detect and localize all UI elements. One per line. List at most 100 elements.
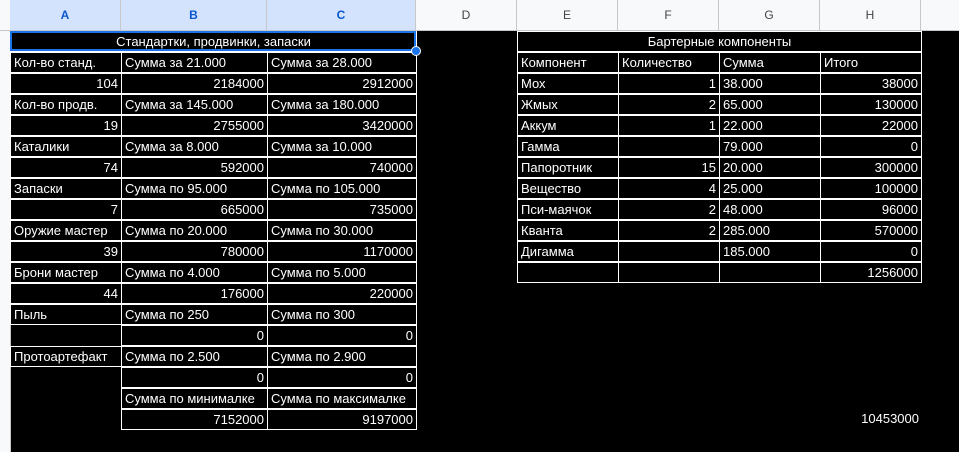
table-cell[interactable]: 285.000 bbox=[719, 220, 821, 241]
table-cell[interactable]: Жмых bbox=[517, 94, 619, 115]
table-cell[interactable]: 185.000 bbox=[719, 241, 821, 262]
table-cell[interactable]: Сумма за 180.000 bbox=[267, 94, 417, 115]
table-cell[interactable]: 592000 bbox=[121, 157, 268, 178]
table-cell[interactable]: 1170000 bbox=[267, 241, 417, 262]
table-cell[interactable]: 74 bbox=[10, 157, 122, 178]
table-cell[interactable]: 100000 bbox=[820, 178, 922, 199]
table-cell[interactable]: 2184000 bbox=[121, 73, 268, 94]
table-cell[interactable]: Пси-маячок bbox=[517, 199, 619, 220]
table-cell[interactable]: 740000 bbox=[267, 157, 417, 178]
table-cell[interactable]: 2755000 bbox=[121, 115, 268, 136]
table-cell[interactable]: Сумма по 2.500 bbox=[121, 346, 268, 367]
table-cell[interactable]: 25.000 bbox=[719, 178, 821, 199]
table-cell[interactable]: Протоартефакт bbox=[10, 346, 122, 367]
table-cell[interactable] bbox=[517, 262, 619, 283]
table-cell[interactable]: Сумма по 300 bbox=[267, 304, 417, 325]
table-cell[interactable]: Папоротник bbox=[517, 157, 619, 178]
table-cell[interactable]: Дигамма bbox=[517, 241, 619, 262]
table-cell[interactable]: Сумма по максималке bbox=[267, 388, 417, 409]
table-cell[interactable]: 570000 bbox=[820, 220, 922, 241]
fill-handle[interactable] bbox=[411, 46, 421, 56]
table-cell[interactable]: 0 bbox=[820, 241, 922, 262]
column-header-b[interactable]: B bbox=[121, 0, 267, 30]
column-header-c[interactable]: C bbox=[267, 0, 416, 30]
table-cell[interactable]: Сумма за 21.000 bbox=[121, 52, 268, 73]
table-cell[interactable]: Мох bbox=[517, 73, 619, 94]
table-cell[interactable]: 79.000 bbox=[719, 136, 821, 157]
table-cell[interactable]: Каталики bbox=[10, 136, 122, 157]
table-cell[interactable] bbox=[10, 388, 122, 409]
table-cell[interactable]: Пыль bbox=[10, 304, 122, 325]
table-cell[interactable]: Сумма за 8.000 bbox=[121, 136, 268, 157]
table-cell[interactable]: Брони мастер bbox=[10, 262, 122, 283]
table-cell[interactable] bbox=[618, 136, 720, 157]
table-cell[interactable]: Сумма за 145.000 bbox=[121, 94, 268, 115]
table-cell[interactable] bbox=[10, 409, 122, 430]
column-header-h[interactable]: H bbox=[820, 0, 921, 30]
table-cell[interactable]: 39 bbox=[10, 241, 122, 262]
table-cell[interactable]: 20.000 bbox=[719, 157, 821, 178]
table-cell[interactable]: Кванта bbox=[517, 220, 619, 241]
table-cell[interactable]: Аккум bbox=[517, 115, 619, 136]
table-cell[interactable]: Сумма по 20.000 bbox=[121, 220, 268, 241]
table-cell[interactable]: 176000 bbox=[121, 283, 268, 304]
right-table-header[interactable]: Компонент bbox=[517, 52, 619, 73]
table-cell[interactable]: Оружие мастер bbox=[10, 220, 122, 241]
table-cell[interactable]: 0 bbox=[267, 325, 417, 346]
table-cell[interactable] bbox=[618, 241, 720, 262]
right-table-header[interactable]: Итого bbox=[820, 52, 922, 73]
table-cell[interactable]: 1 bbox=[618, 73, 720, 94]
table-cell[interactable]: Сумма по 30.000 bbox=[267, 220, 417, 241]
table-cell[interactable]: Сумма по 250 bbox=[121, 304, 268, 325]
table-cell[interactable]: Сумма по 4.000 bbox=[121, 262, 268, 283]
table-cell[interactable]: 780000 bbox=[121, 241, 268, 262]
table-cell[interactable]: Кол-во станд. bbox=[10, 52, 122, 73]
table-cell[interactable]: 104 bbox=[10, 73, 122, 94]
table-cell[interactable]: 220000 bbox=[267, 283, 417, 304]
table-cell[interactable]: Вещество bbox=[517, 178, 619, 199]
table-cell[interactable] bbox=[618, 262, 720, 283]
table-cell[interactable]: 19 bbox=[10, 115, 122, 136]
table-cell[interactable]: Сумма по 5.000 bbox=[267, 262, 417, 283]
table-cell[interactable]: 1 bbox=[618, 115, 720, 136]
table-cell[interactable]: 0 bbox=[820, 136, 922, 157]
table-cell[interactable]: 2 bbox=[618, 199, 720, 220]
column-header-f[interactable]: F bbox=[618, 0, 719, 30]
table-cell[interactable] bbox=[10, 325, 122, 346]
table-cell[interactable]: Сумма за 10.000 bbox=[267, 136, 417, 157]
table-cell[interactable]: 96000 bbox=[820, 199, 922, 220]
column-header-e[interactable]: E bbox=[517, 0, 618, 30]
table-cell[interactable]: Сумма по минималке bbox=[121, 388, 268, 409]
table-cell[interactable]: 44 bbox=[10, 283, 122, 304]
column-header-d[interactable]: D bbox=[416, 0, 517, 30]
table-cell[interactable]: 665000 bbox=[121, 199, 268, 220]
table-cell[interactable]: 7152000 bbox=[121, 409, 268, 430]
right-table-header[interactable]: Сумма bbox=[719, 52, 821, 73]
table-cell[interactable]: 735000 bbox=[267, 199, 417, 220]
table-cell[interactable]: 7 bbox=[10, 199, 122, 220]
table-cell[interactable]: 1256000 bbox=[820, 262, 922, 283]
table-cell[interactable]: Кол-во продв. bbox=[10, 94, 122, 115]
table-cell[interactable]: Запаски bbox=[10, 178, 122, 199]
table-cell[interactable]: 0 bbox=[121, 367, 268, 388]
table-cell[interactable]: 65.000 bbox=[719, 94, 821, 115]
grand-total[interactable]: 10453000 bbox=[820, 409, 922, 430]
table-cell[interactable]: 9197000 bbox=[267, 409, 417, 430]
table-cell[interactable]: Гамма bbox=[517, 136, 619, 157]
table-cell[interactable]: 3420000 bbox=[267, 115, 417, 136]
table-cell[interactable]: Сумма по 2.900 bbox=[267, 346, 417, 367]
left-table-title[interactable]: Стандартки, продвинки, запаски bbox=[10, 31, 417, 52]
table-cell[interactable]: 4 bbox=[618, 178, 720, 199]
table-cell[interactable]: 15 bbox=[618, 157, 720, 178]
table-cell[interactable]: 38.000 bbox=[719, 73, 821, 94]
table-cell[interactable]: 48.000 bbox=[719, 199, 821, 220]
table-cell[interactable] bbox=[719, 262, 821, 283]
table-cell[interactable]: 22000 bbox=[820, 115, 922, 136]
table-cell[interactable]: 2 bbox=[618, 220, 720, 241]
table-cell[interactable]: 22.000 bbox=[719, 115, 821, 136]
table-cell[interactable] bbox=[10, 367, 122, 388]
right-table-header[interactable]: Количество bbox=[618, 52, 720, 73]
table-cell[interactable]: Сумма за 28.000 bbox=[267, 52, 417, 73]
column-header-a[interactable]: A bbox=[10, 0, 121, 30]
table-cell[interactable]: Сумма по 105.000 bbox=[267, 178, 417, 199]
